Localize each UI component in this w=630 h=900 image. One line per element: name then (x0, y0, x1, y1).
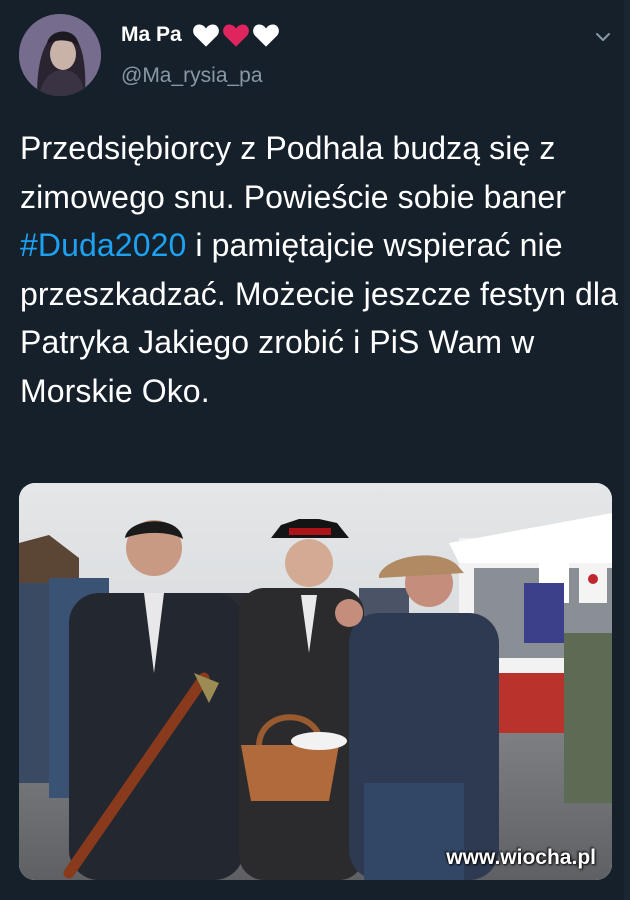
author-row: Ma Pa (121, 22, 280, 48)
tweet: Ma Pa @Ma_rysia_pa Przedsiębiorcy z Podh… (0, 0, 630, 900)
scrollbar[interactable] (624, 0, 630, 900)
avatar[interactable] (19, 14, 101, 96)
watermark: www.wiocha.pl (446, 846, 596, 869)
white-heart-icon (252, 24, 279, 47)
name-emoji (192, 22, 280, 48)
red-heart-icon (222, 24, 249, 47)
white-heart-icon (192, 24, 219, 47)
tweet-text: Przedsiębiorcy z Podhala budzą się z zim… (20, 124, 620, 415)
photo-illustration (19, 483, 612, 880)
tweet-text-start: Przedsiębiorcy z Podhala budzą się z zim… (20, 130, 567, 215)
tweet-photo[interactable]: www.wiocha.pl (19, 483, 612, 880)
chevron-down-icon[interactable] (592, 26, 614, 48)
hashtag-link[interactable]: #Duda2020 (20, 227, 186, 263)
display-name[interactable]: Ma Pa (121, 23, 182, 47)
handle[interactable]: @Ma_rysia_pa (121, 64, 263, 88)
